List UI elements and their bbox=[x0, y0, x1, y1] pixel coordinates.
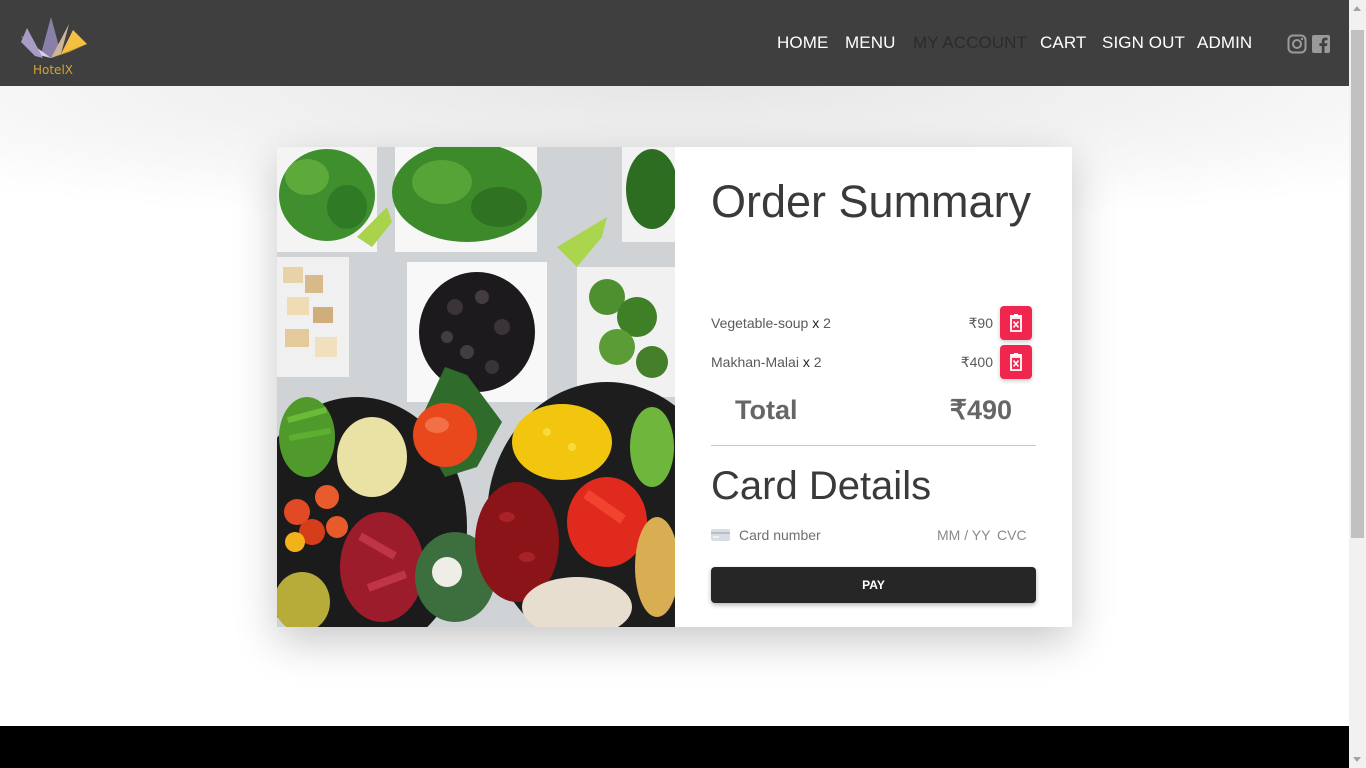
order-summary-panel: Order Summary Vegetable-soup x 2 ₹90 Mak… bbox=[711, 147, 1036, 627]
card-input-field[interactable]: Card number MM / YY CVC bbox=[711, 523, 1036, 547]
hotelx-logo[interactable]: HotelX bbox=[17, 14, 89, 78]
card-expiry-input[interactable]: MM / YY bbox=[937, 527, 990, 543]
card-details-title: Card Details bbox=[711, 464, 932, 508]
item-name: Makhan-Malai bbox=[711, 354, 799, 370]
vertical-scrollbar[interactable] bbox=[1349, 0, 1366, 768]
nav-cart[interactable]: CART bbox=[1040, 33, 1086, 53]
order-card: Order Summary Vegetable-soup x 2 ₹90 Mak… bbox=[277, 147, 1072, 627]
instagram-icon[interactable] bbox=[1287, 34, 1307, 59]
scrollbar-thumb[interactable] bbox=[1351, 30, 1364, 538]
total-amount: ₹490 bbox=[949, 395, 1012, 425]
item-name: Vegetable-soup bbox=[711, 315, 809, 331]
brand-name: HotelX bbox=[32, 63, 73, 77]
divider bbox=[711, 445, 1036, 446]
card-number-input[interactable]: Card number bbox=[739, 527, 821, 543]
scroll-up-arrow-icon[interactable] bbox=[1353, 6, 1361, 11]
card-cvc-input[interactable]: CVC bbox=[997, 527, 1027, 543]
credit-card-icon bbox=[711, 529, 730, 541]
nav-home[interactable]: HOME bbox=[777, 33, 828, 53]
navbar: HotelX HOME MENU MY ACCOUNT CART SIGN OU… bbox=[0, 0, 1349, 86]
order-item-row: Makhan-Malai x 2 ₹400 bbox=[711, 345, 1036, 379]
item-name-line: Vegetable-soup x 2 bbox=[711, 315, 831, 331]
item-times: x bbox=[812, 315, 820, 331]
item-price: ₹90 bbox=[968, 315, 993, 331]
total-label: Total bbox=[735, 395, 798, 425]
nav-sign-out[interactable]: SIGN OUT bbox=[1102, 33, 1185, 53]
item-times: x bbox=[802, 354, 810, 370]
delete-item-button[interactable] bbox=[1000, 306, 1032, 340]
order-total-row: Total ₹490 bbox=[711, 395, 1036, 431]
trash-icon bbox=[1010, 353, 1022, 371]
lotus-logo-icon bbox=[21, 17, 87, 58]
item-qty: 2 bbox=[823, 315, 831, 331]
scroll-down-arrow-icon[interactable] bbox=[1353, 757, 1361, 762]
item-price: ₹400 bbox=[960, 354, 993, 370]
nav-admin[interactable]: ADMIN bbox=[1197, 33, 1252, 53]
pay-button[interactable]: PAY bbox=[711, 567, 1036, 603]
item-qty: 2 bbox=[813, 354, 822, 370]
delete-item-button[interactable] bbox=[1000, 345, 1032, 379]
trash-icon bbox=[1010, 314, 1022, 332]
item-name-line: Makhan-Malai x 2 bbox=[711, 354, 822, 370]
order-item-row: Vegetable-soup x 2 ₹90 bbox=[711, 306, 1036, 340]
nav-menu[interactable]: MENU bbox=[845, 33, 895, 53]
nav-my-account[interactable]: MY ACCOUNT bbox=[913, 33, 1027, 53]
facebook-icon[interactable] bbox=[1312, 34, 1330, 59]
footer bbox=[0, 726, 1349, 768]
food-bowls-image bbox=[277, 147, 675, 627]
order-summary-title: Order Summary bbox=[711, 176, 1032, 227]
